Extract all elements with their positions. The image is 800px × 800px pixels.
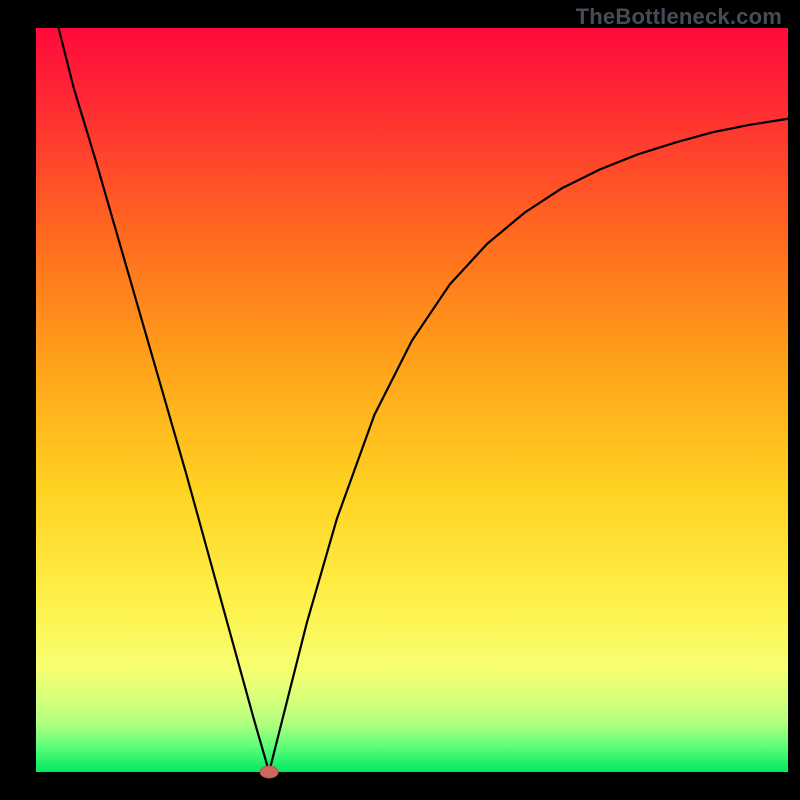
chart-frame: TheBottleneck.com	[0, 0, 800, 800]
plot-area	[36, 28, 788, 772]
optimal-point-marker	[260, 766, 278, 778]
watermark-text: TheBottleneck.com	[576, 4, 782, 30]
bottleneck-chart	[0, 0, 800, 800]
